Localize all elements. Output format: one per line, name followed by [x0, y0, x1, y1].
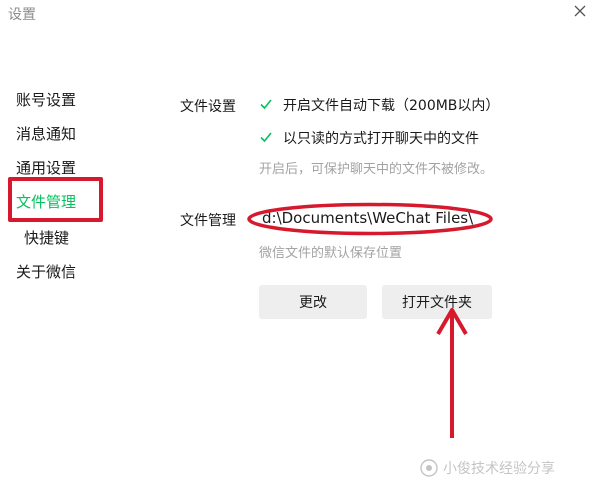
readonly-hint: 开启后，可保护聊天中的文件不被修改。	[259, 162, 494, 177]
file-path-field[interactable]: d:\Documents\WeChat Files\	[246, 202, 494, 236]
sidebar-item-file-management[interactable]: 文件管理	[16, 191, 76, 212]
annotation-arrow	[436, 308, 468, 438]
file-settings-label: 文件设置	[180, 99, 236, 115]
checkmark-icon	[260, 99, 272, 110]
sidebar-item-notifications[interactable]: 消息通知	[16, 123, 76, 144]
readonly-open-checkbox[interactable]	[259, 130, 273, 144]
watermark-text: 小俊技术经验分享	[443, 461, 555, 477]
watermark: 小俊技术经验分享	[420, 458, 555, 478]
sidebar-item-general[interactable]: 通用设置	[16, 157, 76, 178]
sidebar-item-shortcuts[interactable]: 快捷键	[24, 227, 69, 248]
logo-icon	[420, 459, 438, 477]
file-path-text[interactable]: d:\Documents\WeChat Files\	[262, 209, 473, 227]
open-folder-button[interactable]: 打开文件夹	[382, 285, 492, 319]
auto-download-label[interactable]: 开启文件自动下载（200MB以内）	[283, 95, 499, 115]
file-path-hint: 微信文件的默认保存位置	[259, 246, 403, 261]
close-icon	[574, 5, 586, 17]
title-bar: 设置	[0, 0, 600, 30]
file-management-label: 文件管理	[180, 213, 236, 229]
sidebar-item-account[interactable]: 账号设置	[16, 89, 76, 110]
change-button[interactable]: 更改	[259, 285, 367, 319]
window-title: 设置	[8, 7, 36, 23]
readonly-open-label[interactable]: 以只读的方式打开聊天中的文件	[283, 128, 479, 148]
auto-download-checkbox[interactable]	[259, 97, 273, 111]
close-button[interactable]	[566, 0, 594, 22]
sidebar-item-about[interactable]: 关于微信	[16, 261, 76, 282]
checkmark-icon	[260, 132, 272, 143]
